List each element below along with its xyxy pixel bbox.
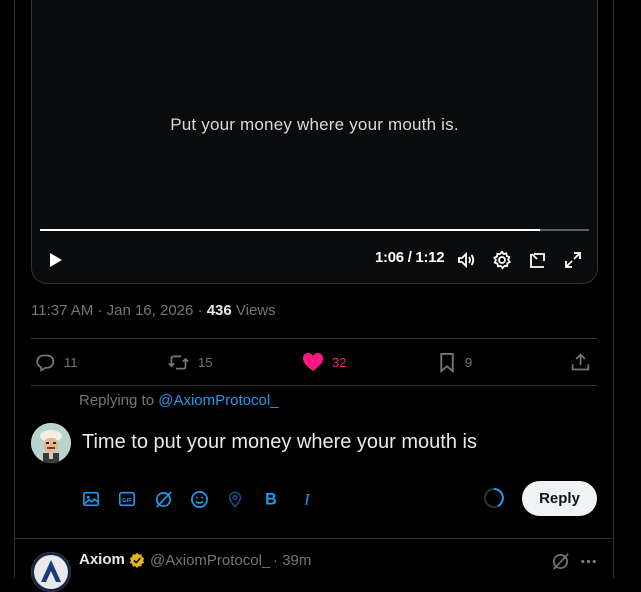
bold-icon: B [265,490,277,508]
reply-count: 11 [64,355,78,370]
svg-text:B: B [265,490,277,508]
views-label: Views [235,302,276,319]
author-name[interactable]: Axiom [79,551,125,568]
more-dots-icon [580,559,596,563]
repost-count: 15 [198,355,213,370]
emoji-button[interactable] [188,488,210,510]
separator: · [273,552,278,569]
repost-action[interactable]: 15 [167,352,212,373]
tweet-time[interactable]: 11:37 AM [31,302,93,319]
fullscreen-icon [565,252,581,268]
svg-text:I: I [303,490,311,508]
like-action[interactable]: 32 [302,352,346,372]
avatar[interactable] [31,552,71,592]
video-progress-bar[interactable] [40,229,589,231]
media-button[interactable] [80,488,102,510]
tweet-date[interactable]: Jan 16, 2026 [107,302,194,319]
more-button[interactable] [577,550,599,572]
svg-text:GIF: GIF [122,498,132,504]
reply-button[interactable]: Reply [522,481,597,516]
reply-icon [36,354,55,372]
bookmark-count: 9 [465,355,473,370]
reply-input[interactable]: Time to put your money where your mouth … [82,431,477,454]
grok-icon [552,552,569,570]
divider [31,338,597,339]
video-caption: Put your money where your mouth is. [170,115,459,134]
location-button[interactable] [224,488,246,510]
miniplayer-icon [530,253,545,268]
tweet-age[interactable]: 39m [282,552,311,569]
replying-to-handle[interactable]: @AxiomProtocol_ [158,392,278,409]
heart-icon [302,352,324,372]
video-player[interactable]: Put your money where your mouth is. 1:06… [31,0,598,284]
emoji-icon [190,490,208,508]
gif-button[interactable]: GIF [116,488,138,510]
video-time: 1:06 / 1:12 [375,249,445,266]
next-tweet-author[interactable]: Axiom [79,551,145,568]
volume-button[interactable] [453,247,479,273]
bookmark-action[interactable]: 9 [437,352,472,373]
tweet-time[interactable]: · 39m [273,552,311,569]
settings-button[interactable] [489,247,515,273]
reply-action[interactable]: 11 [35,352,78,373]
video-progress-fill [40,229,540,231]
grok-button[interactable] [549,550,571,572]
axiom-logo-icon [31,552,71,592]
grok-button[interactable] [152,488,174,510]
share-action[interactable] [570,352,591,373]
bookmark-icon [440,352,454,373]
gif-icon: GIF [118,491,136,507]
bold-button[interactable]: B [260,488,282,510]
divider [31,385,597,386]
volume-icon [458,251,475,269]
author-handle[interactable]: @AxiomProtocol_ [150,552,270,569]
location-pin-icon [228,491,242,508]
play-button[interactable] [42,247,68,273]
replying-to: Replying to @AxiomProtocol_ [79,392,279,409]
italic-icon: I [303,490,311,508]
views-count: 436 [206,302,232,319]
share-icon [571,353,590,371]
repost-icon [168,355,189,370]
avatar[interactable] [31,423,71,463]
image-icon [82,491,100,507]
replying-to-label: Replying to [79,392,155,409]
play-icon [50,253,62,267]
character-count-ring [484,488,504,508]
grok-icon [155,490,172,508]
tweet-meta: 11:37 AM · Jan 16, 2026 · 436 Views [31,302,276,319]
avatar-image [31,423,71,463]
italic-button[interactable]: I [296,488,318,510]
like-count: 32 [332,354,347,370]
fullscreen-button[interactable] [560,247,586,273]
divider [15,538,612,539]
gear-icon [493,250,512,270]
verified-badge-icon [129,552,145,568]
miniplayer-button[interactable] [525,247,551,273]
